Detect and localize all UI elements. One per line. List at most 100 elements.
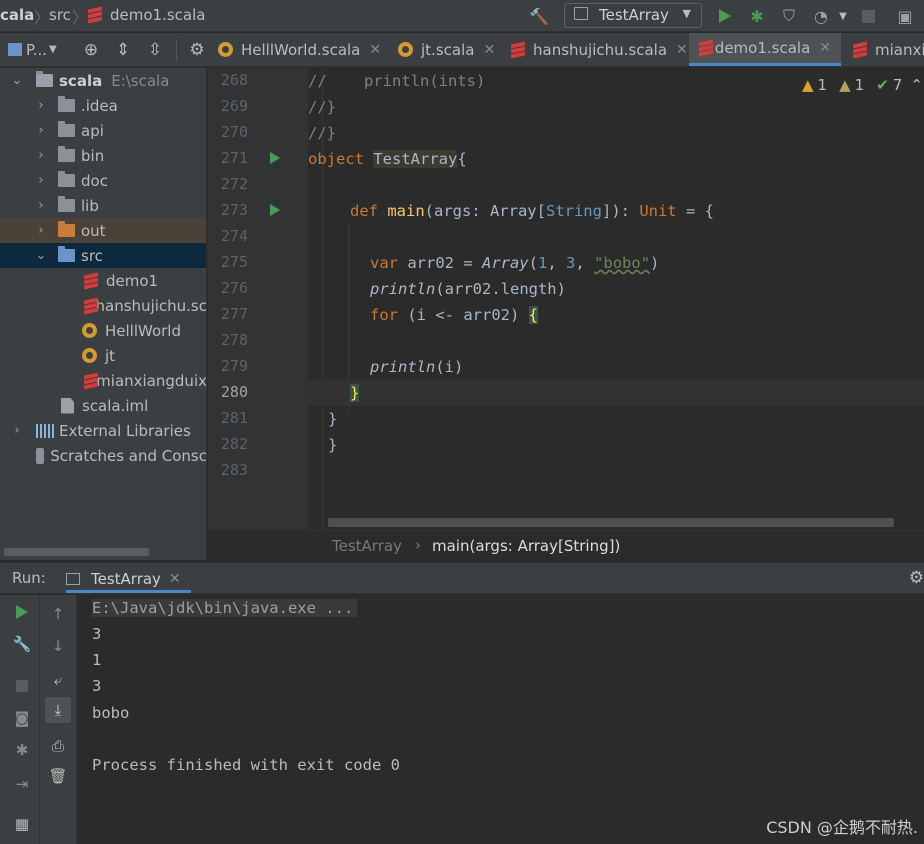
expand-all-icon[interactable]: ⇕ xyxy=(112,39,134,61)
chevron-down-icon[interactable]: ⌄ xyxy=(34,248,48,263)
breadcrumb-separator: 〉 xyxy=(72,8,89,27)
code-line: for (i <- arr02) { xyxy=(308,302,924,328)
tab-mianxi[interactable]: mianxi xyxy=(845,33,924,66)
tree-item-src[interactable]: ⌄ src xyxy=(0,243,206,268)
breadcrumb-method[interactable]: main(args: Array[String]) xyxy=(432,537,620,555)
profiler-icon[interactable]: ◔ xyxy=(810,5,832,27)
collapse-all-icon[interactable]: ⇳ xyxy=(144,39,166,61)
tree-item-hanshujichu[interactable]: hanshujichu.sc xyxy=(0,293,207,318)
tab-helllworld[interactable]: HelllWorld.scala ✕ xyxy=(210,33,389,66)
close-icon[interactable]: ✕ xyxy=(819,40,831,56)
trash-icon[interactable]: 🗑 xyxy=(47,765,69,787)
run-icon[interactable] xyxy=(714,5,736,27)
exit-icon[interactable]: ⇥ xyxy=(11,773,33,795)
tree-item-api[interactable]: › api xyxy=(0,118,206,143)
arrow-up-icon[interactable]: ↑ xyxy=(47,603,69,625)
console-command-line[interactable]: E:\Java\jdk\bin\java.exe ... xyxy=(92,599,358,617)
arrow-down-icon[interactable]: ↓ xyxy=(47,635,69,657)
warning-triangle-icon: ▲ xyxy=(802,76,814,94)
tab-hanshujichu[interactable]: hanshujichu.scala ✕ xyxy=(503,33,696,66)
layout-icon[interactable]: ▦ xyxy=(11,813,33,835)
tab-label: HelllWorld.scala xyxy=(241,40,361,59)
folder-icon xyxy=(58,171,75,187)
line-number: 282 xyxy=(220,435,248,453)
gear-icon[interactable]: ⚙ xyxy=(909,568,924,588)
profiler-dropdown-icon[interactable]: ▼ xyxy=(832,5,854,27)
build-hammer-icon[interactable]: 🔨 xyxy=(528,5,550,27)
gear-icon[interactable]: ⚙ xyxy=(186,39,208,61)
chevron-right-icon[interactable]: › xyxy=(34,223,48,238)
tree-item-scala-iml[interactable]: scala.iml xyxy=(0,393,206,418)
locate-crosshair-icon[interactable]: ⊕ xyxy=(80,39,102,61)
project-horizontal-scrollbar[interactable] xyxy=(4,548,149,556)
tree-item-idea[interactable]: › .idea xyxy=(0,93,206,118)
debug-bug-icon[interactable]: ✱ xyxy=(746,5,768,27)
code-type: Unit xyxy=(639,202,677,220)
camera-icon[interactable]: ◙ xyxy=(11,707,33,729)
tree-item-doc[interactable]: › doc xyxy=(0,168,206,193)
tree-item-lib[interactable]: › lib xyxy=(0,193,206,218)
scroll-to-end-icon[interactable]: ⤓ xyxy=(45,697,71,723)
tree-item-helllworld[interactable]: HelllWorld xyxy=(0,318,206,343)
run-gutter-icon[interactable] xyxy=(270,152,280,164)
project-structure-icon[interactable]: ▣ xyxy=(894,5,916,27)
line-number: 269 xyxy=(220,97,248,115)
chevron-up-icon[interactable]: ⌃ xyxy=(910,76,923,94)
chevron-right-icon[interactable]: › xyxy=(34,173,48,188)
rerun-icon[interactable] xyxy=(11,601,33,623)
line-number: 275 xyxy=(220,253,248,271)
run-gutter-icon[interactable] xyxy=(270,204,280,216)
tree-item-demo1[interactable]: demo1 xyxy=(0,268,206,293)
project-view-selector[interactable]: P... ▼ xyxy=(8,33,57,66)
tab-demo1[interactable]: demo1.scala ✕ xyxy=(689,33,841,66)
debug-bug-icon[interactable]: ✱ xyxy=(11,739,33,761)
tree-item-mianxiangduix[interactable]: mianxiangduix xyxy=(0,368,206,393)
tree-item-label: scala.iml xyxy=(82,396,149,415)
close-icon[interactable]: ✕ xyxy=(483,42,495,58)
tree-root-scala[interactable]: ⌄ scala E:\scala xyxy=(0,68,206,93)
tree-item-label: jt xyxy=(105,346,116,365)
breadcrumb-src[interactable]: src xyxy=(49,6,71,24)
chevron-right-icon[interactable]: › xyxy=(10,423,24,438)
line-number: 283 xyxy=(220,461,248,479)
tab-jt[interactable]: jt.scala ✕ xyxy=(390,33,503,66)
libraries-icon xyxy=(36,423,54,438)
stop-icon[interactable] xyxy=(11,675,33,697)
close-icon[interactable]: ✕ xyxy=(369,42,381,58)
chevron-right-icon[interactable]: › xyxy=(34,98,48,113)
print-icon[interactable]: ⎙ xyxy=(47,735,69,757)
line-number: 271 xyxy=(220,149,248,167)
chevron-down-icon[interactable]: ⌄ xyxy=(10,73,24,88)
chevron-right-icon[interactable]: › xyxy=(34,198,48,213)
chevron-right-icon[interactable]: › xyxy=(34,123,48,138)
tree-item-jt[interactable]: jt xyxy=(0,343,206,368)
object-icon xyxy=(398,42,413,57)
close-icon[interactable]: ✕ xyxy=(676,42,688,58)
tree-item-label: HelllWorld xyxy=(105,321,181,340)
breadcrumb-file[interactable]: demo1.scala xyxy=(88,6,205,24)
breadcrumb-project[interactable]: cala xyxy=(0,6,34,24)
editor-horizontal-scrollbar[interactable] xyxy=(328,518,894,527)
code-editor[interactable]: // println(ints) //} //} object TestArra… xyxy=(308,68,924,530)
chevron-right-icon[interactable]: › xyxy=(34,148,48,163)
tree-item-label: hanshujichu.sc xyxy=(95,296,207,315)
inspection-widget[interactable]: ▲ 1 ▲ 1 ✔ 7 ⌃ xyxy=(802,76,923,94)
close-icon[interactable]: ✕ xyxy=(169,571,181,587)
tree-item-external-libraries[interactable]: › External Libraries xyxy=(0,418,206,443)
stop-icon[interactable] xyxy=(857,5,879,27)
excluded-folder-icon xyxy=(58,221,75,237)
run-configuration-selector[interactable]: TestArray ▼ xyxy=(564,3,702,28)
coverage-shield-icon[interactable]: ⛉ xyxy=(778,5,800,27)
tab-label: jt.scala xyxy=(421,40,475,59)
tab-run-testarray[interactable]: TestArray ✕ xyxy=(66,566,181,592)
scala-file-icon xyxy=(84,273,98,289)
tree-item-bin[interactable]: › bin xyxy=(0,143,206,168)
tree-item-out[interactable]: › out xyxy=(0,218,206,243)
breadcrumb-class[interactable]: TestArray xyxy=(332,537,402,555)
inspection-error-count: 1 xyxy=(817,76,828,94)
wrench-icon[interactable]: 🔧 xyxy=(11,633,33,655)
console-output[interactable]: E:\Java\jdk\bin\java.exe ... 3 1 3 bobo … xyxy=(78,595,924,844)
console-output-line: bobo xyxy=(92,704,130,722)
soft-wrap-icon[interactable]: ⤶ xyxy=(47,669,69,691)
tree-item-scratches[interactable]: Scratches and Consc xyxy=(0,443,206,468)
